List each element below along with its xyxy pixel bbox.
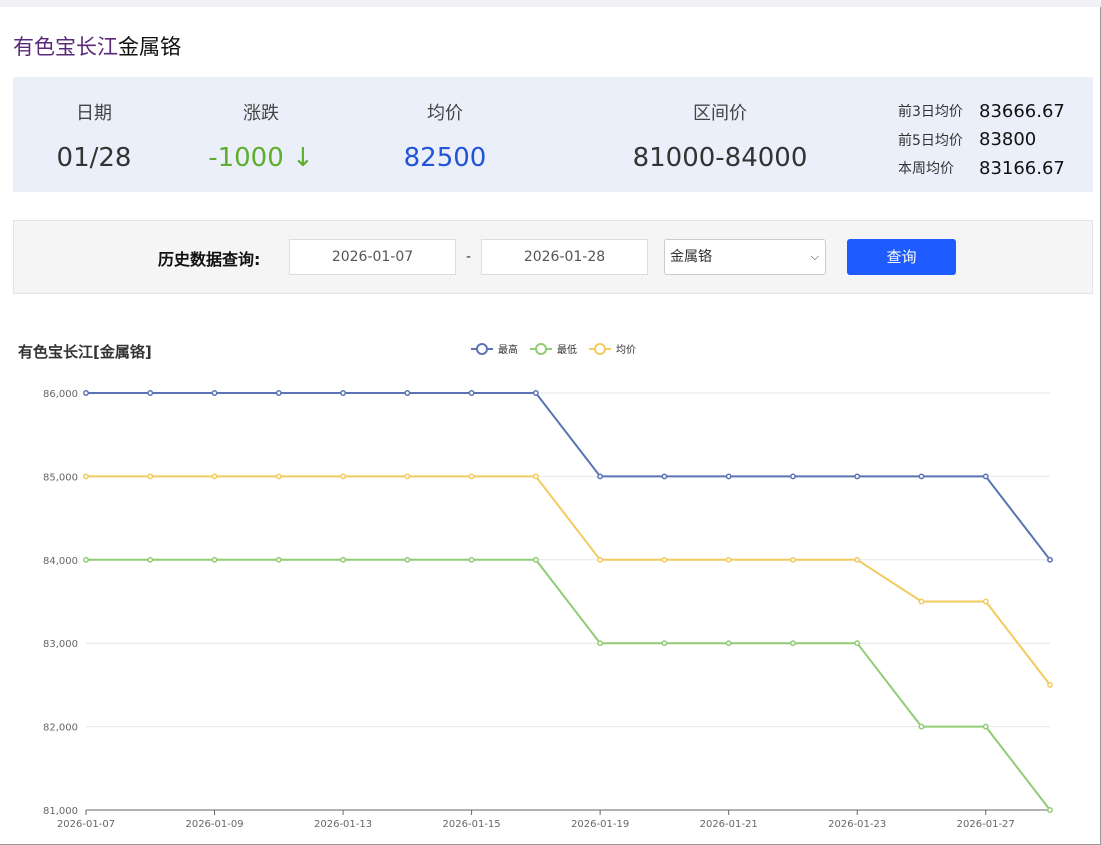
data-point (918, 723, 925, 730)
chart-title: 有色宝长江[金属铬] (18, 343, 152, 361)
data-point (404, 473, 411, 480)
data-point (532, 556, 539, 563)
data-point (725, 556, 732, 563)
legend-marker (535, 343, 547, 355)
data-point (211, 556, 218, 563)
price-chart: 有色宝长江[金属铬] 81,000 82,000 83,000 84,000 85,00… (18, 343, 1053, 830)
data-point (83, 390, 89, 396)
data-point (725, 473, 732, 480)
data-point (661, 556, 668, 563)
data-point (468, 556, 475, 563)
x-tick-label: 2026-01-23 (828, 819, 886, 830)
data-point (404, 390, 411, 396)
data-point (532, 390, 539, 396)
y-tick-label: 83,000 (43, 639, 78, 650)
data-point (661, 640, 668, 647)
data-point (532, 473, 539, 480)
legend-label: 均价 (616, 344, 636, 356)
legend-marker (476, 343, 488, 355)
series-line-2 (86, 475, 1051, 686)
data-point (789, 640, 796, 647)
data-point (982, 473, 989, 480)
data-point (275, 556, 282, 563)
x-tick-label: 2026-01-27 (957, 819, 1015, 830)
data-point (854, 473, 861, 480)
data-point (597, 556, 604, 563)
data-point (725, 640, 732, 647)
data-point (147, 556, 154, 563)
data-point (147, 390, 154, 396)
y-tick-label: 85,000 (43, 472, 78, 483)
data-point (918, 598, 925, 605)
data-point (597, 473, 604, 480)
data-point (468, 473, 475, 480)
data-point (340, 473, 347, 480)
x-tick-label: 2026-01-09 (185, 819, 243, 830)
legend-marker (594, 343, 606, 355)
data-point (1047, 681, 1053, 688)
data-point (1047, 556, 1053, 563)
data-point (1047, 807, 1053, 813)
x-tick-label: 2026-01-19 (571, 819, 629, 830)
data-point (789, 473, 796, 480)
data-point (597, 640, 604, 647)
y-tick-label: 81,000 (43, 806, 78, 817)
data-point (854, 556, 861, 563)
x-tick-label: 2026-01-07 (57, 819, 115, 830)
data-point (918, 473, 925, 480)
data-point (982, 723, 989, 730)
data-point (982, 598, 989, 605)
data-point (340, 390, 347, 396)
data-point (340, 556, 347, 563)
y-tick-label: 84,000 (43, 556, 78, 567)
data-point (789, 556, 796, 563)
x-tick-label: 2026-01-13 (314, 819, 372, 830)
data-point (275, 473, 282, 480)
y-tick-label: 82,000 (43, 723, 78, 734)
data-point (661, 473, 668, 480)
y-tick-label: 86,000 (43, 389, 78, 400)
data-point (211, 473, 218, 480)
x-tick-label: 2026-01-15 (443, 819, 501, 830)
data-point (468, 390, 475, 396)
legend-label: 最低 (557, 343, 577, 356)
data-point (854, 640, 861, 647)
data-point (83, 556, 89, 563)
x-tick-label: 2026-01-21 (700, 819, 758, 830)
legend-label: 最高 (498, 343, 518, 356)
data-point (404, 556, 411, 563)
data-point (147, 473, 154, 480)
series-line-1 (86, 558, 1051, 811)
data-point (211, 390, 218, 396)
data-point (83, 473, 89, 480)
data-point (275, 390, 282, 396)
